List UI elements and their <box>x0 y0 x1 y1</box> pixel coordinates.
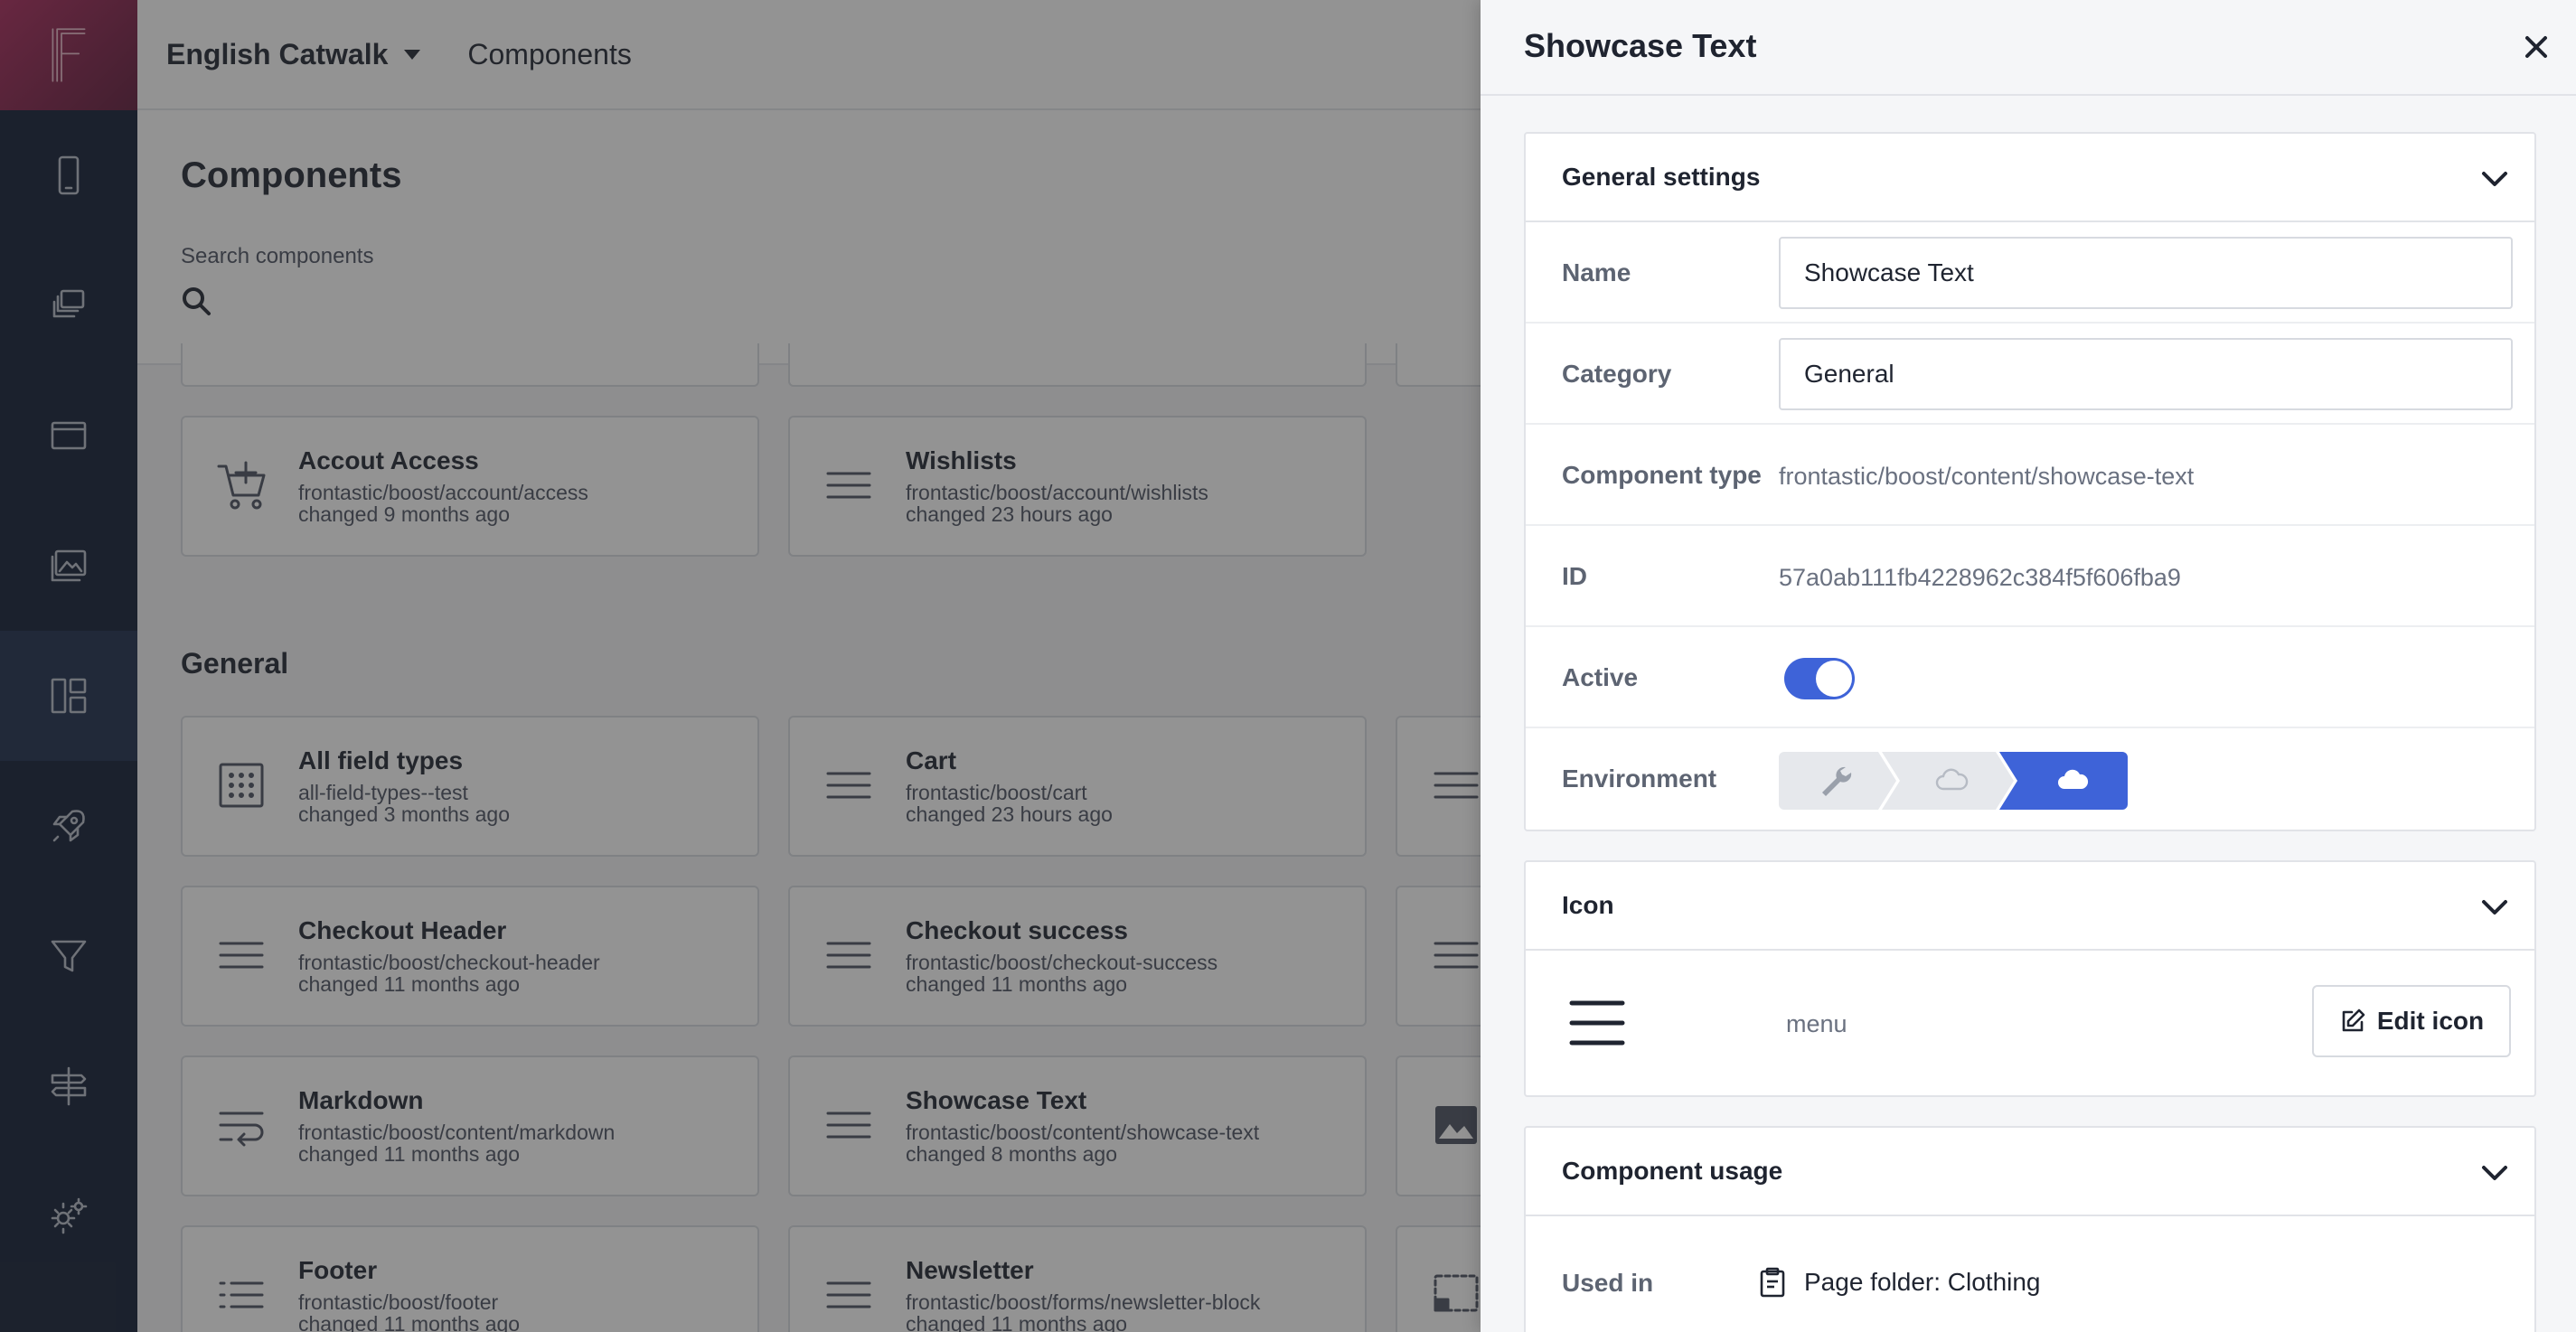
section-heading: Component usage <box>1562 1157 1783 1185</box>
env-staging[interactable] <box>1920 752 1983 810</box>
component-usage-section: Component usage Used in Page folder: Clo… <box>1524 1126 2536 1332</box>
active-toggle[interactable] <box>1784 658 1855 699</box>
icon-section-header[interactable]: Icon <box>1526 862 2534 951</box>
chevron-down-icon <box>2482 1166 2507 1180</box>
name-field[interactable] <box>1779 237 2513 309</box>
toggle-knob <box>1816 661 1852 697</box>
used-in-label: Used in <box>1562 1269 1654 1297</box>
environment-row: Environment <box>1526 728 2534 830</box>
modal-backdrop[interactable] <box>0 0 1481 1332</box>
close-icon[interactable] <box>2520 31 2552 63</box>
env-development[interactable] <box>1806 752 1866 810</box>
active-row: Active <box>1526 627 2534 728</box>
page-folder-link[interactable]: Page folder: Clothing <box>1757 1267 2041 1298</box>
environment-label: Environment <box>1562 764 1717 793</box>
section-heading: General settings <box>1562 163 1761 191</box>
category-row: Category <box>1526 324 2534 425</box>
chevron-down-icon <box>2482 900 2507 915</box>
environment-selector <box>1779 752 2128 810</box>
menu-icon <box>1569 1000 1625 1046</box>
category-field[interactable] <box>1779 338 2513 410</box>
icon-section: Icon menu Edit icon <box>1524 860 2536 1097</box>
edit-icon-button[interactable]: Edit icon <box>2312 985 2511 1057</box>
wrench-icon <box>1822 766 1852 796</box>
active-label: Active <box>1562 663 1639 691</box>
used-in-value: Page folder: Clothing <box>1804 1268 2041 1296</box>
name-row: Name <box>1526 222 2534 324</box>
component-detail-panel: Showcase Text General settings Name Cate… <box>1481 0 2576 1332</box>
edit-icon <box>2342 1008 2365 1032</box>
component-type-label: Component type <box>1562 461 1762 489</box>
clipboard-icon <box>1760 1267 1785 1298</box>
name-label: Name <box>1562 258 1631 286</box>
env-production[interactable] <box>2041 752 2104 810</box>
icon-name: menu <box>1786 1010 1847 1037</box>
icon-preview-row: menu Edit icon <box>1526 951 2534 1095</box>
section-heading: Icon <box>1562 891 1614 919</box>
panel-title: Showcase Text <box>1524 27 1757 64</box>
component-type-value: frontastic/boost/content/showcase-text <box>1779 463 2195 490</box>
edit-icon-label: Edit icon <box>2376 1007 2485 1035</box>
used-in-row: Used in Page folder: Clothing <box>1526 1216 2534 1307</box>
component-type-row: Component type frontastic/boost/content/… <box>1526 425 2534 526</box>
cloud-outline-icon <box>1935 768 1969 791</box>
chevron-down-icon <box>2482 172 2507 186</box>
id-label: ID <box>1562 562 1587 590</box>
general-settings-header[interactable]: General settings <box>1526 134 2534 222</box>
cloud-icon <box>2058 769 2089 789</box>
panel-header: Showcase Text <box>1481 0 2576 96</box>
component-usage-header[interactable]: Component usage <box>1526 1128 2534 1216</box>
category-label: Category <box>1562 360 1672 388</box>
general-settings-section: General settings Name Category Component… <box>1524 132 2536 831</box>
id-row: ID 57a0ab111fb4228962c384f5f606fba9 <box>1526 526 2534 627</box>
id-value: 57a0ab111fb4228962c384f5f606fba9 <box>1779 564 2181 591</box>
